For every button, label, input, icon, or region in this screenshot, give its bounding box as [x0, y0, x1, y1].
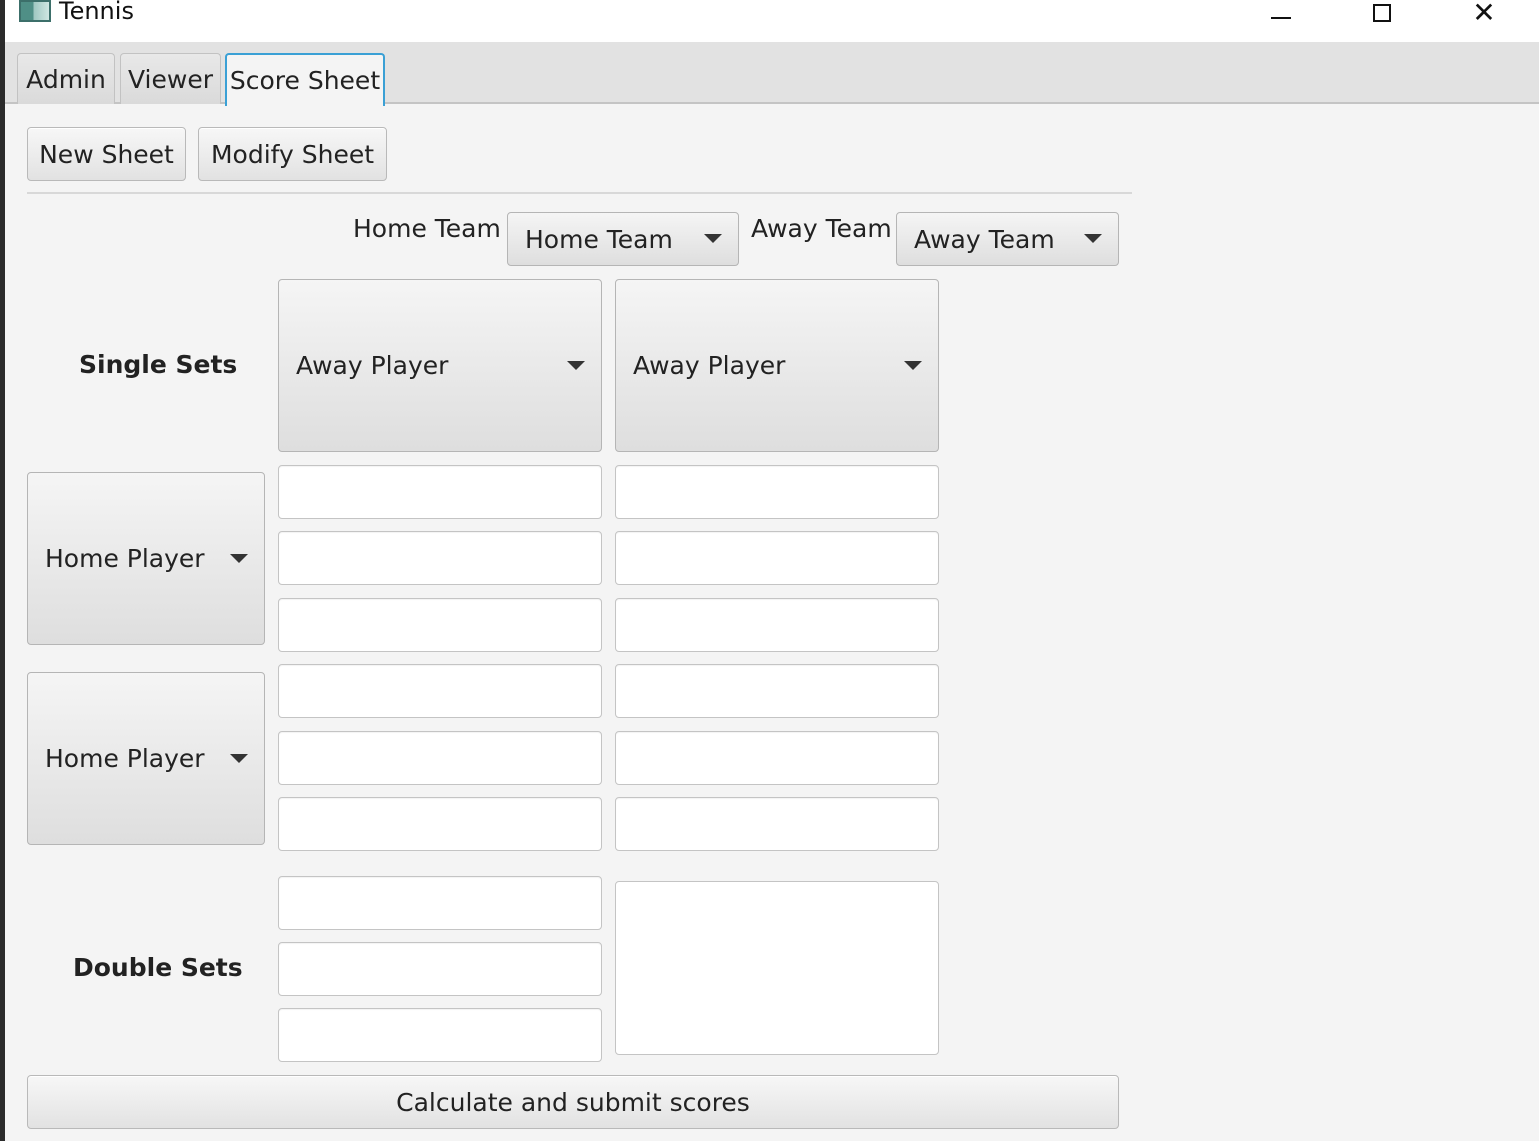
away-player-2-selected: Away Player	[633, 351, 786, 380]
maximize-button[interactable]	[1352, 0, 1412, 26]
away-player-1-dropdown[interactable]: Away Player	[278, 279, 602, 452]
tab-score-sheet[interactable]: Score Sheet	[225, 53, 385, 106]
minimize-icon	[1271, 17, 1291, 19]
home-player-1-dropdown[interactable]: Home Player	[27, 472, 265, 645]
minimize-button[interactable]	[1251, 0, 1311, 26]
tab-admin[interactable]: Admin	[17, 53, 115, 104]
chevron-down-icon	[1084, 234, 1102, 243]
modify-sheet-button[interactable]: Modify Sheet	[198, 127, 387, 181]
app-window: Tennis ✕ Admin Viewer Score Sheet New Sh…	[5, 0, 1539, 1141]
home-player-2-selected: Home Player	[45, 744, 205, 773]
chevron-down-icon	[904, 360, 922, 370]
away-team-dropdown[interactable]: Away Team	[896, 212, 1119, 266]
single-score-r1-c1[interactable]	[278, 465, 602, 519]
tab-viewer[interactable]: Viewer	[120, 53, 221, 104]
single-sets-label: Single Sets	[79, 350, 238, 379]
single-score-r3-c1[interactable]	[278, 598, 602, 652]
chevron-down-icon	[704, 234, 722, 243]
away-player-2-dropdown[interactable]: Away Player	[615, 279, 939, 452]
single-score-r4-c1[interactable]	[278, 664, 602, 718]
double-sets-label: Double Sets	[73, 953, 243, 982]
double-sets-notes[interactable]	[615, 881, 939, 1055]
window-title: Tennis	[59, 0, 134, 25]
calculate-submit-button[interactable]: Calculate and submit scores	[27, 1075, 1119, 1129]
tab-bar: Admin Viewer Score Sheet	[5, 42, 1539, 106]
single-score-r6-c1[interactable]	[278, 797, 602, 851]
home-team-label: Home Team	[353, 214, 501, 243]
new-sheet-button[interactable]: New Sheet	[27, 127, 186, 181]
single-score-r4-c2[interactable]	[615, 664, 939, 718]
single-score-r6-c2[interactable]	[615, 797, 939, 851]
single-score-r5-c1[interactable]	[278, 731, 602, 785]
double-score-1[interactable]	[278, 876, 602, 930]
away-team-selected: Away Team	[914, 224, 1055, 254]
title-bar: Tennis ✕	[5, 0, 1539, 42]
away-player-1-selected: Away Player	[296, 351, 449, 380]
home-team-selected: Home Team	[525, 224, 673, 254]
home-team-dropdown[interactable]: Home Team	[507, 212, 739, 266]
single-score-r2-c2[interactable]	[615, 531, 939, 585]
away-team-label: Away Team	[751, 214, 892, 243]
separator	[27, 192, 1132, 194]
chevron-down-icon	[230, 753, 248, 763]
home-player-2-dropdown[interactable]: Home Player	[27, 672, 265, 845]
chevron-down-icon	[230, 553, 248, 563]
double-score-3[interactable]	[278, 1008, 602, 1062]
app-icon	[19, 0, 51, 22]
close-button[interactable]: ✕	[1454, 0, 1514, 29]
close-icon: ✕	[1472, 0, 1496, 29]
maximize-icon	[1373, 4, 1391, 22]
double-score-2[interactable]	[278, 942, 602, 996]
single-score-r1-c2[interactable]	[615, 465, 939, 519]
chevron-down-icon	[567, 360, 585, 370]
single-score-r5-c2[interactable]	[615, 731, 939, 785]
single-score-r2-c1[interactable]	[278, 531, 602, 585]
home-player-1-selected: Home Player	[45, 544, 205, 573]
single-score-r3-c2[interactable]	[615, 598, 939, 652]
